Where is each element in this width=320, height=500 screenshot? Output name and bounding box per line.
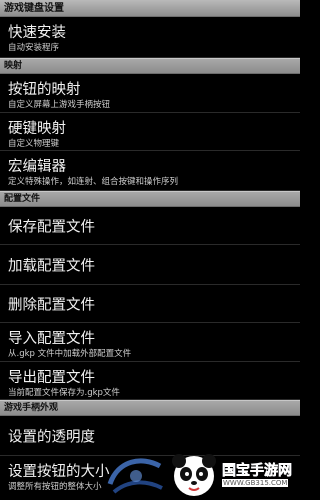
button-mapping-item[interactable]: 按钮的映射 自定义屏幕上游戏手柄按钮 (0, 74, 300, 113)
section-header-mapping: 映射 (0, 58, 300, 74)
save-config-title: 保存配置文件 (8, 219, 95, 235)
watermark-swirl-icon (107, 458, 163, 494)
app-title: 游戏键盘设置 (4, 3, 64, 14)
delete-config-title: 删除配置文件 (8, 297, 95, 313)
save-config-item[interactable]: 保存配置文件 (0, 207, 300, 245)
import-config-title: 导入配置文件 (8, 331, 95, 347)
quick-install-subtitle: 自动安装程序 (8, 43, 60, 53)
macro-editor-subtitle: 定义特殊操作，如连射、组合按键和操作序列 (8, 177, 179, 187)
button-mapping-subtitle: 自定义屏幕上游戏手柄按钮 (8, 100, 111, 110)
import-config-item[interactable]: 导入配置文件 从.gkp 文件中加载外部配置文件 (0, 323, 300, 362)
button-mapping-title: 按钮的映射 (8, 82, 81, 98)
panda-icon (172, 454, 216, 496)
macro-editor-item[interactable]: 宏编辑器 定义特殊操作，如连射、组合按键和操作序列 (0, 151, 300, 191)
load-config-item[interactable]: 加载配置文件 (0, 245, 300, 285)
section-config-label: 配置文件 (4, 194, 41, 204)
button-size-title: 设置按钮的大小 (8, 464, 110, 480)
watermark-url: WWW.GB315.COM (222, 479, 289, 487)
export-config-item[interactable]: 导出配置文件 当前配置文件保存为.gkp文件 (0, 362, 300, 400)
transparency-title: 设置的透明度 (8, 429, 95, 445)
import-config-subtitle: 从.gkp 文件中加载外部配置文件 (8, 349, 132, 359)
export-config-subtitle: 当前配置文件保存为.gkp文件 (8, 388, 120, 398)
app-title-bar: 游戏键盘设置 (0, 0, 300, 17)
delete-config-item[interactable]: 删除配置文件 (0, 285, 300, 323)
section-mapping-label: 映射 (4, 61, 23, 71)
hardkey-mapping-item[interactable]: 硬键映射 自定义物理键 (0, 113, 300, 151)
watermark-brand: 国宝手游网 (222, 463, 293, 480)
section-header-config: 配置文件 (0, 191, 300, 207)
macro-editor-title: 宏编辑器 (8, 159, 66, 175)
load-config-title: 加载配置文件 (8, 258, 95, 274)
export-config-title: 导出配置文件 (8, 370, 95, 386)
quick-install-item[interactable]: 快速安装 自动安装程序 (0, 17, 300, 58)
hardkey-mapping-title: 硬键映射 (8, 121, 66, 137)
watermark-logo: 国宝手游网 WWW.GB315.COM (170, 452, 298, 498)
section-appearance-label: 游戏手柄外观 (4, 403, 59, 413)
quick-install-title: 快速安装 (8, 25, 66, 41)
button-size-subtitle: 调整所有按钮的整体大小 (8, 482, 102, 492)
section-header-appearance: 游戏手柄外观 (0, 400, 300, 416)
hardkey-mapping-subtitle: 自定义物理键 (8, 139, 60, 149)
transparency-item[interactable]: 设置的透明度 (0, 416, 300, 456)
